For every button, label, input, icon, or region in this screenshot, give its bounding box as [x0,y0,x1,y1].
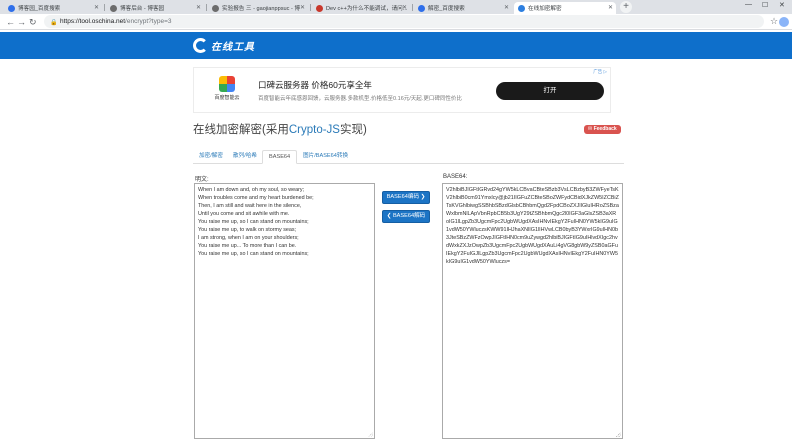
page-title-highlight: Crypto-JS [288,124,340,136]
plaintext-line: You raise me up, so I can stand on mount… [198,251,309,257]
plaintext-line: You raise me up, to walk on stormy seas; [198,227,297,233]
cnblogs-favicon-icon [212,4,219,12]
browser-tab-title: 博客园_百度搜索 [18,6,61,12]
lock-icon: 🔒 [50,19,58,26]
close-tab-icon[interactable]: ✕ [402,4,407,11]
ad-title[interactable]: 口碑云服务器 价格60元享全年 [258,79,372,91]
browser-tab[interactable]: 博客园_百度搜索 ✕ [4,2,102,14]
ad-description: 百度智能云年底感恩回馈，云服务器.多款机型.价格低至0.16元/天起.更口碑同性… [258,96,462,102]
site-logo[interactable]: 在线工具 [193,38,255,53]
browser-tab[interactable]: 实验报告 三 - gaojianppsuc - 博 ✕ [208,2,308,14]
browser-tab-active[interactable]: 在线加密解密 ✕ [514,2,616,14]
cnblogs-favicon-icon [110,4,117,12]
resize-grip-icon[interactable] [368,432,373,437]
page-title-prefix: 在线加密解密(采用 [193,124,289,136]
baidu-cloud-logo-icon [219,76,235,92]
ad-open-button[interactable]: 打开 [496,82,604,100]
base64-decode-button[interactable]: ❮ BASE64解码 [382,210,430,223]
close-tab-icon[interactable]: ✕ [608,4,613,11]
base64-output[interactable]: V2hlbiBJIGFtIGRvd24gYW5kLCBvaCBteSBzb3Vs… [442,183,623,439]
feedback-label: Feedback [593,126,617,132]
page-title-suffix: 实现) [339,124,367,136]
browser-tab-title: 在线加密解密 [528,6,562,12]
baidu-favicon-icon [8,4,15,12]
tab-base64[interactable]: BASE64 [262,150,298,164]
close-tab-icon[interactable]: ✕ [300,4,305,11]
feedback-button[interactable]: ✉ Feedback [584,125,621,134]
browser-tab-strip: 博客园_百度搜索 ✕ 博客后台 - 博客园 ✕ 实验报告 三 - gaojian… [0,0,792,14]
tool-tabs: 加密/解密 散列/哈希 BASE64 图片/BASE64转换 [193,150,624,164]
browser-tab[interactable]: Dev c++为什么不能调试，请问... ✕ [312,2,410,14]
back-icon[interactable]: ← [6,16,15,28]
profile-avatar[interactable] [779,17,789,27]
baidu-favicon-icon [418,4,425,12]
close-tab-icon[interactable]: ✕ [196,4,201,11]
plaintext-line: When troubles come and my heart burdened… [198,195,314,201]
plaintext-line: When I am down and, oh my soul, so weary… [198,187,305,193]
ad-banner[interactable]: 百度智能云 口碑云服务器 价格60元享全年 百度智能云年底感恩回馈，云服务器.多… [193,67,611,113]
oschina-favicon-icon [518,4,525,12]
forward-icon[interactable]: → [17,16,26,28]
base64-encode-button[interactable]: BASE64编码 ❯ [382,191,430,204]
site-logo-text: 在线工具 [211,42,255,53]
base64-label: BASE64: [443,174,468,180]
plaintext-label: 明文: [195,177,209,183]
site-header: 在线工具 [0,32,792,59]
url-host: https://tool.oschina.net [60,18,126,25]
address-bar[interactable]: 🔒 https://tool.oschina.net/encrypt?type=… [44,15,764,28]
plaintext-line: You raise me up... To more than I can be… [198,243,297,249]
bookmark-star-icon[interactable]: ☆ [770,16,778,27]
reload-icon[interactable]: ↻ [29,16,37,28]
browser-tab-title: 实验报告 三 - gaojianppsuc - 博 [222,6,301,12]
plaintext-line: Then, I am still and wait here in the si… [198,203,302,209]
browser-toolbar: ← → ↻ 🔒 https://tool.oschina.net/encrypt… [0,14,792,30]
new-tab-button[interactable]: + [620,1,632,13]
ad-choices-icon[interactable]: 广告 ▷ [593,69,607,75]
ad-logo-caption: 百度智能云 [214,95,240,101]
browser-tab-title: 解密_百度搜索 [428,6,465,12]
csdn-favicon-icon [316,4,323,12]
url-path: /encrypt?type=3 [125,18,172,25]
base64-output-text: V2hlbiBJIGFtIGRvd24gYW5kLCBvaCBteSBzb3Vs… [446,187,619,265]
browser-tab[interactable]: 解密_百度搜索 ✕ [414,2,512,14]
close-tab-icon[interactable]: ✕ [94,4,99,11]
ad-logo: 百度智能云 [210,76,244,106]
close-window-icon[interactable]: ✕ [779,1,785,9]
plaintext-input[interactable]: When I am down and, oh my soul, so weary… [194,183,375,439]
minimize-icon[interactable]: — [745,1,752,8]
tab-image-base64[interactable]: 图片/BASE64转换 [297,150,354,164]
page-title: 在线加密解密(采用Crypto-JS实现) [193,121,367,137]
plaintext-line: I am strong, when I am on your shoulders… [198,235,299,241]
maximize-icon[interactable]: ☐ [762,1,768,9]
tab-hash[interactable]: 散列/哈希 [227,150,263,164]
resize-grip-icon[interactable] [616,432,621,437]
browser-tab-title: 博客后台 - 博客园 [120,6,165,12]
tab-encrypt-decrypt[interactable]: 加密/解密 [193,150,229,164]
oschina-logo-icon [193,38,208,53]
browser-tab[interactable]: 博客后台 - 博客园 ✕ [106,2,204,14]
close-tab-icon[interactable]: ✕ [504,4,509,11]
plaintext-line: Until you come and sit awhile with me. [198,211,290,217]
browser-tab-title: Dev c++为什么不能调试，请问... [326,6,408,12]
plaintext-line: You raise me up, so I can stand on mount… [198,219,309,225]
